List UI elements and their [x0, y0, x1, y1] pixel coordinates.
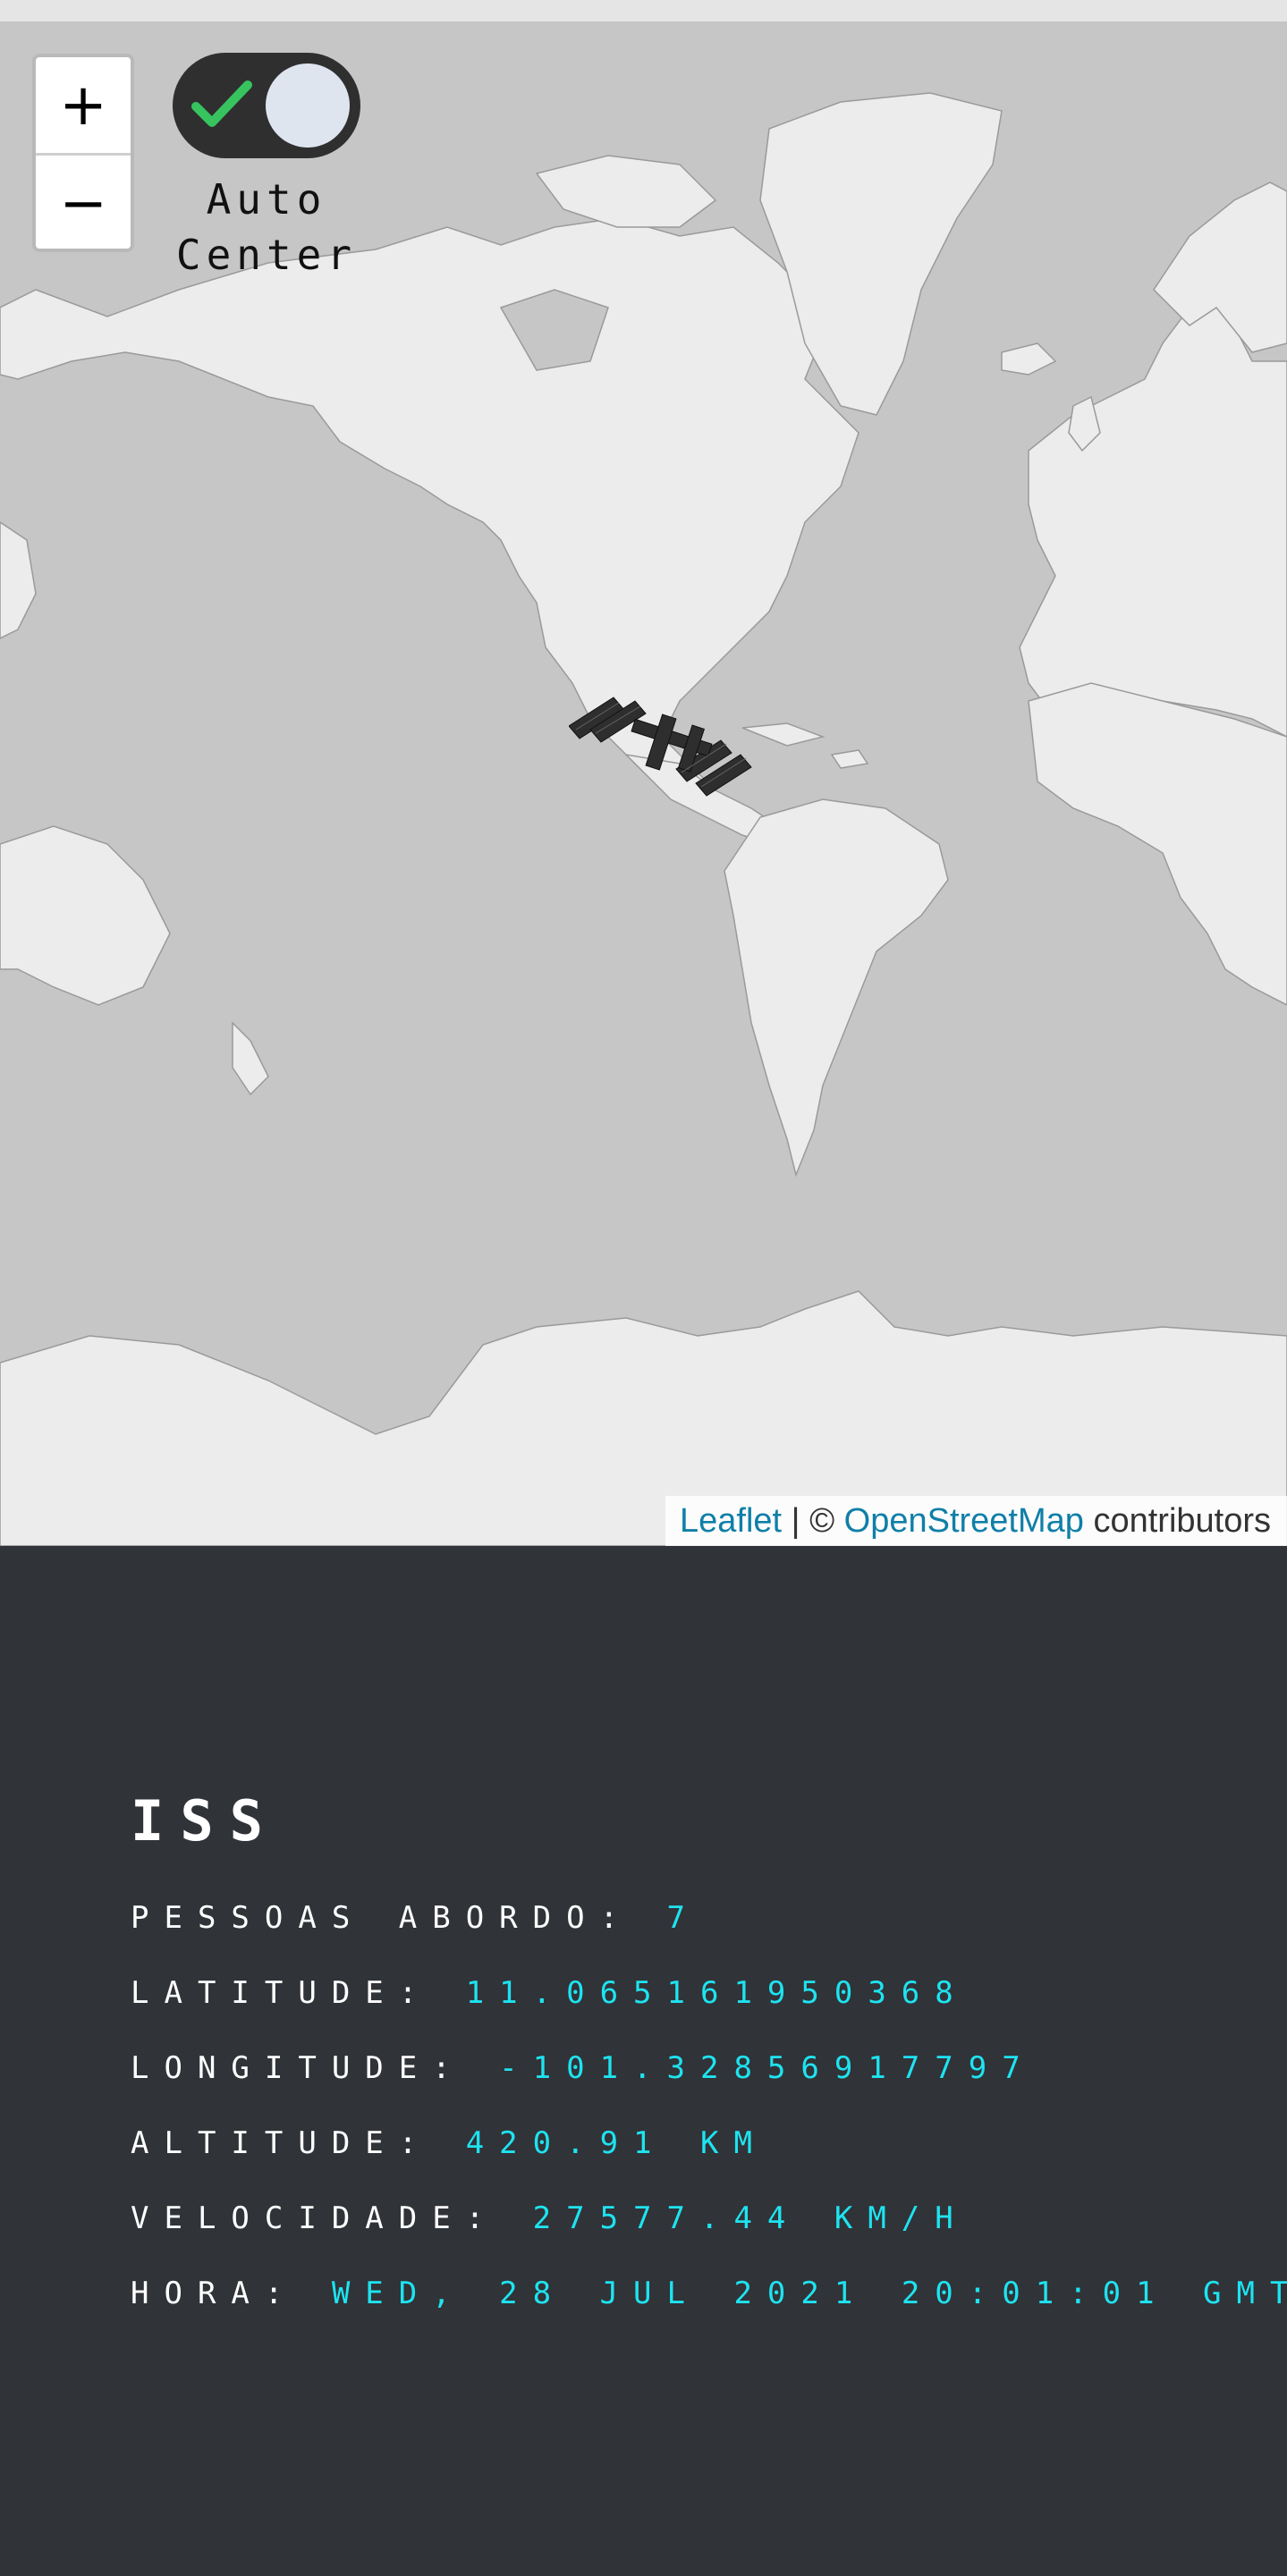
- time-value: WED, 28 JUL 2021 20:01:01 GMT: [331, 2276, 1287, 2311]
- leaflet-link[interactable]: Leaflet: [680, 1502, 782, 1541]
- map-view[interactable]: + − Auto Center Leaflet | © OpenStreetMa…: [0, 21, 1287, 1546]
- auto-center-label: Auto Center: [152, 172, 381, 283]
- velocity-row: VELOCIDADE: 27577.44 KM/H: [131, 2181, 1287, 2256]
- latitude-label: LATITUDE:: [131, 1975, 466, 2011]
- longitude-row: LONGITUDE: -101.32856917797: [131, 2031, 1287, 2106]
- attribution-separator: | ©: [782, 1501, 844, 1540]
- people-value: 7: [666, 1900, 700, 1936]
- time-label: HORA:: [131, 2276, 332, 2311]
- longitude-value: -101.32856917797: [499, 2050, 1036, 2086]
- openstreetmap-link[interactable]: OpenStreetMap: [844, 1502, 1084, 1541]
- altitude-value: 420.91 KM: [465, 2125, 767, 2161]
- auto-center-label-line1: Auto: [206, 175, 327, 224]
- latitude-value: 11.065161950368: [465, 1975, 969, 2011]
- auto-center-label-line2: Center: [175, 231, 358, 279]
- toggle-knob: [266, 63, 350, 148]
- longitude-label: LONGITUDE:: [131, 2050, 500, 2086]
- people-label: PESSOAS ABORDO:: [131, 1900, 667, 1936]
- iss-info-panel: ISS PESSOAS ABORDO: 7 LATITUDE: 11.06516…: [131, 1788, 1287, 2331]
- attribution-contributors: contributors: [1083, 1501, 1271, 1540]
- zoom-out-button[interactable]: −: [36, 156, 131, 249]
- iss-station-icon[interactable]: [569, 680, 757, 805]
- latitude-row: LATITUDE: 11.065161950368: [131, 1955, 1287, 2031]
- velocity-label: VELOCIDADE:: [131, 2200, 533, 2236]
- velocity-value: 27577.44 KM/H: [532, 2200, 969, 2236]
- map-attribution: Leaflet | © OpenStreetMap contributors: [665, 1496, 1287, 1546]
- top-bar: [0, 0, 1287, 21]
- zoom-in-button[interactable]: +: [36, 57, 131, 153]
- auto-center-toggle[interactable]: [173, 53, 360, 158]
- altitude-label: ALTITUDE:: [131, 2125, 466, 2161]
- zoom-control: + −: [32, 54, 134, 252]
- check-icon: [191, 80, 252, 127]
- altitude-row: ALTITUDE: 420.91 KM: [131, 2106, 1287, 2181]
- iss-title: ISS: [131, 1788, 279, 1854]
- people-row: PESSOAS ABORDO: 7: [131, 1880, 1287, 1955]
- time-row: HORA: WED, 28 JUL 2021 20:01:01 GMT: [131, 2256, 1287, 2331]
